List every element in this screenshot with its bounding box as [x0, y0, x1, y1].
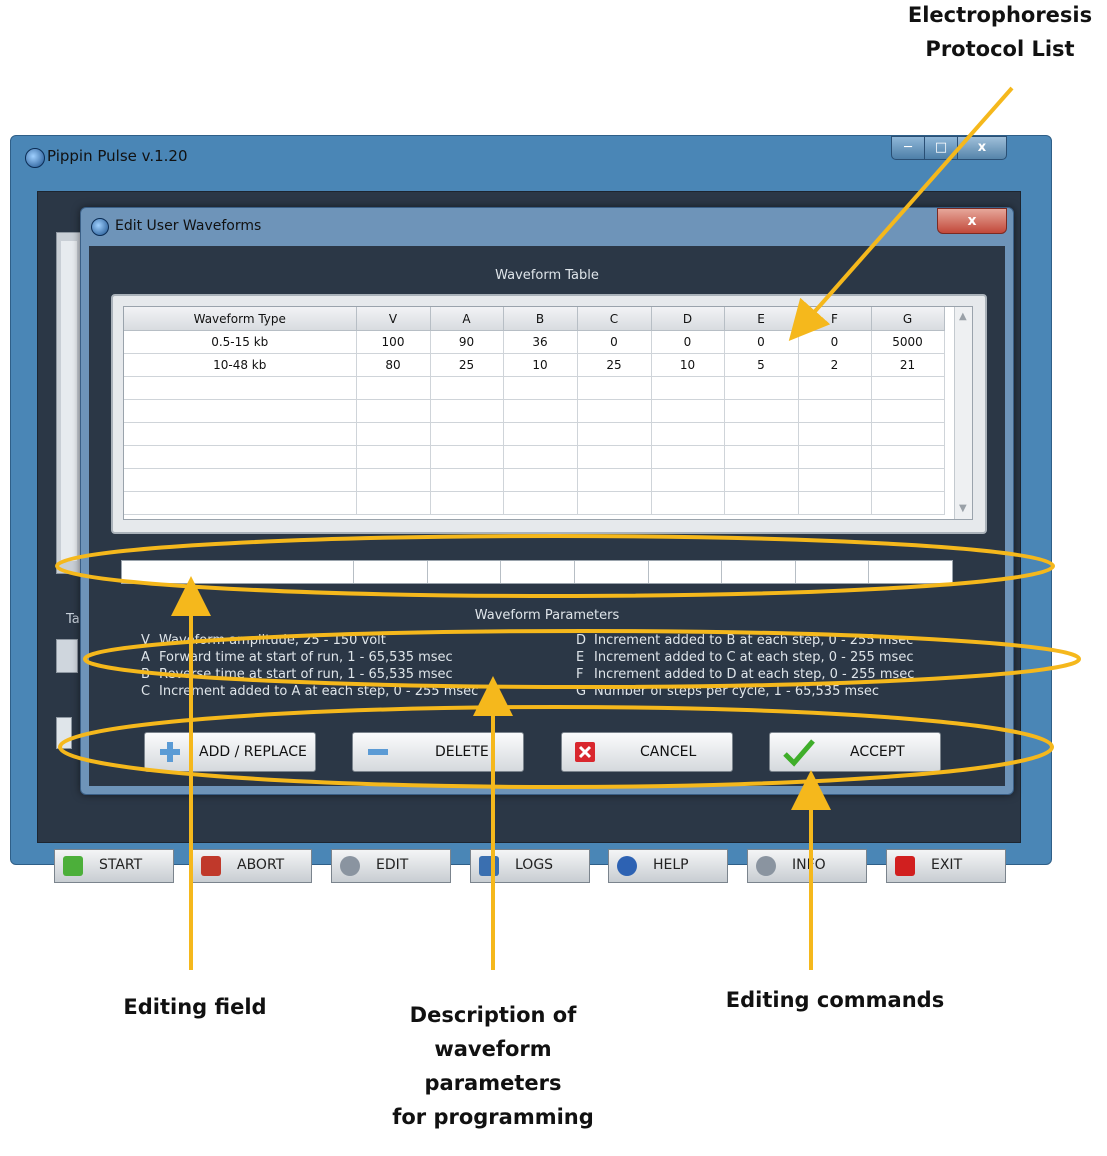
editing-field-ellipse — [55, 534, 1055, 598]
commands-ellipse — [58, 705, 1054, 789]
protocol-list-arrow — [788, 86, 1014, 341]
parameters-ellipse — [83, 629, 1081, 689]
annotation-overlay — [55, 86, 1081, 970]
